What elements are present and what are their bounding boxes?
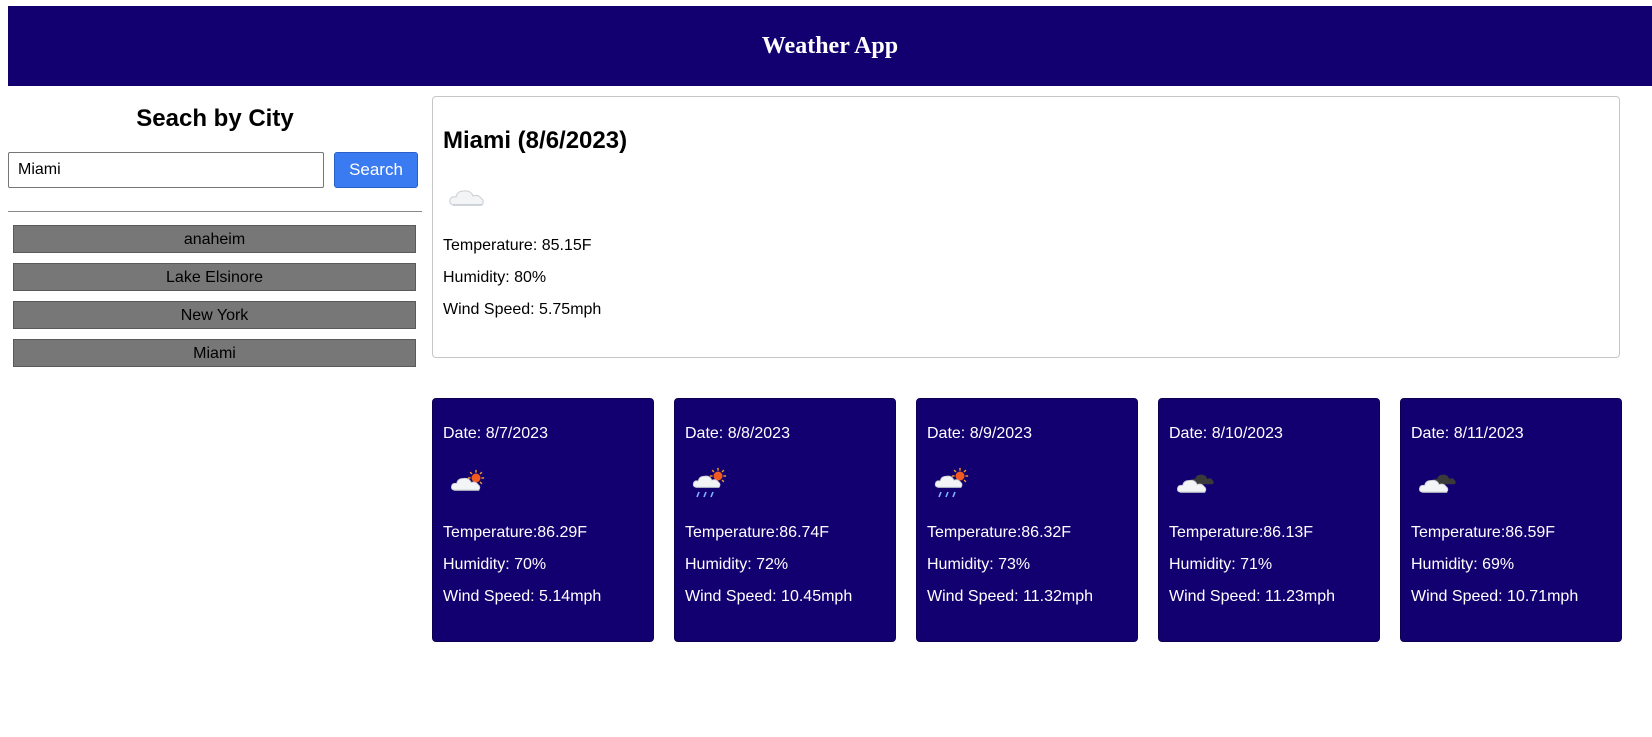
forecast-temperature: Temperature:86.29F: [443, 524, 588, 541]
history-button-anaheim[interactable]: anaheim: [13, 225, 416, 253]
history-button-new-york[interactable]: New York: [13, 301, 416, 329]
forecast-date: Date: 8/7/2023: [443, 425, 548, 442]
forecast-wind-speed: Wind Speed: 11.23mph: [1169, 588, 1336, 605]
app-title: Weather App: [761, 32, 899, 59]
forecast-wind-speed: Wind Speed: 11.32mph: [927, 588, 1094, 605]
forecast-wind-speed: Wind Speed: 10.45mph: [685, 588, 853, 605]
forecast-card: Date: 8/8/2023 Temperature:86.74F Humidi…: [674, 398, 896, 642]
forecast-wind-speed: Wind Speed: 10.71mph: [1411, 588, 1579, 605]
city-search-input[interactable]: [8, 152, 324, 188]
forecast-date: Date: 8/11/2023: [1411, 425, 1524, 442]
forecast-card: Date: 8/10/2023 Temperature:86.13F Humid…: [1158, 398, 1380, 642]
rain-sun-icon: [692, 467, 727, 498]
history-button-lake-elsinore[interactable]: Lake Elsinore: [13, 263, 416, 291]
forecast-date: Date: 8/8/2023: [685, 425, 790, 442]
forecast-date: Date: 8/10/2023: [1169, 425, 1283, 442]
current-wind-speed: Wind Speed: 5.75mph: [443, 301, 602, 318]
forecast-humidity: Humidity: 73%: [927, 556, 1031, 573]
cloud-sun-icon: [450, 469, 485, 491]
cloud-icon: [449, 190, 484, 206]
rain-sun-icon: [934, 467, 969, 498]
current-temperature: Temperature: 85.15F: [443, 237, 592, 254]
forecast-card: Date: 8/9/2023 Temperature:86.32F Humidi…: [916, 398, 1138, 642]
current-city-title: Miami (8/6/2023): [443, 127, 628, 154]
forecast-temperature: Temperature:86.13F: [1169, 524, 1314, 541]
search-row: Search: [8, 150, 422, 190]
app-header: Weather App: [8, 6, 1652, 86]
search-heading: Seach by City: [136, 105, 294, 132]
forecast-temperature: Temperature:86.32F: [927, 524, 1072, 541]
forecast-humidity: Humidity: 70%: [443, 556, 547, 573]
search-button[interactable]: Search: [334, 152, 418, 188]
forecast-temperature: Temperature:86.74F: [685, 524, 830, 541]
forecast-date: Date: 8/9/2023: [927, 425, 1032, 442]
forecast-humidity: Humidity: 71%: [1169, 556, 1273, 573]
forecast-humidity: Humidity: 69%: [1411, 556, 1515, 573]
divider: [8, 211, 422, 212]
current-weather-card: Miami (8/6/2023) Temperature: 85.15F Hum…: [432, 96, 1620, 358]
sidebar: Seach by City Search anaheim Lake Elsino…: [8, 86, 422, 377]
forecast-wind-speed: Wind Speed: 5.14mph: [443, 588, 602, 605]
forecast-humidity: Humidity: 72%: [685, 556, 789, 573]
search-history-list: anaheim Lake Elsinore New York Miami: [8, 225, 422, 367]
history-button-miami[interactable]: Miami: [13, 339, 416, 367]
dark-clouds-icon: [1418, 474, 1456, 493]
forecast-card: Date: 8/7/2023 Temperature:86.29F Humidi…: [432, 398, 654, 642]
forecast-card: Date: 8/11/2023 Temperature:86.59F Humid…: [1400, 398, 1622, 642]
dark-clouds-icon: [1176, 474, 1214, 493]
forecast-temperature: Temperature:86.59F: [1411, 524, 1556, 541]
current-humidity: Humidity: 80%: [443, 269, 547, 286]
